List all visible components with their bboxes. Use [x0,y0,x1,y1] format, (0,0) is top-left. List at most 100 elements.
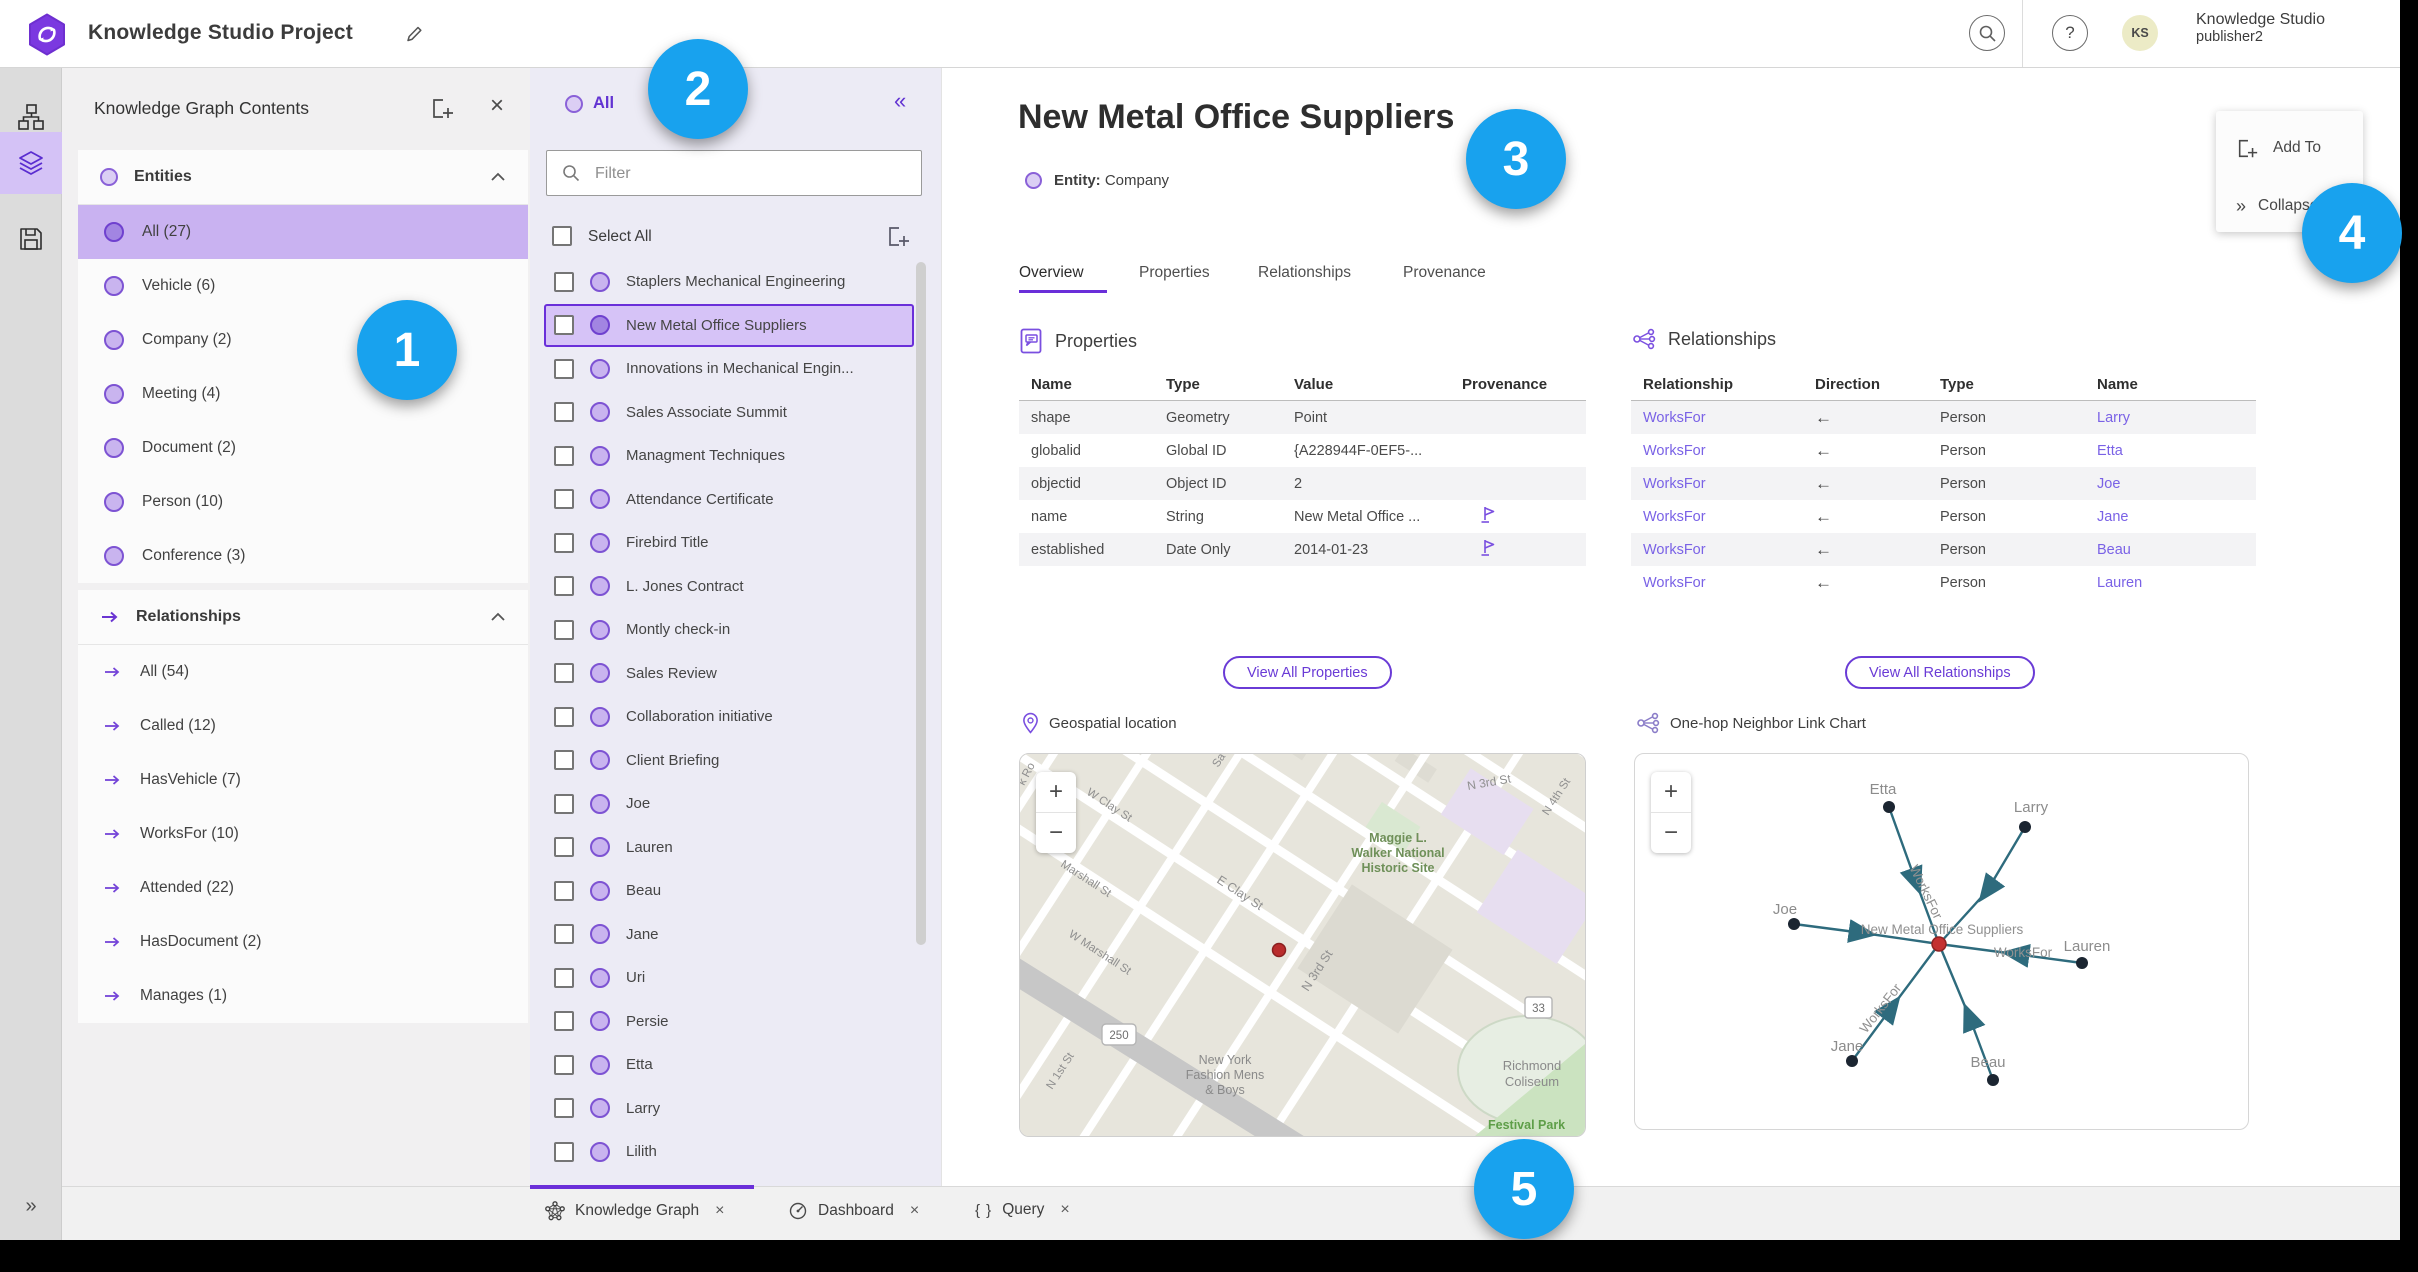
edit-pencil-icon[interactable] [404,24,424,44]
entity-type-item[interactable]: All (27) [78,205,528,259]
entity-type-item[interactable]: Document (2) [78,421,528,475]
graph-node-center[interactable] [1931,936,1947,952]
item-checkbox[interactable] [554,1054,574,1075]
view-all-relationships-button[interactable]: View All Relationships [1845,656,2035,689]
tab-query[interactable]: { } Query × [975,1201,1070,1219]
item-checkbox[interactable] [554,837,574,858]
add-to-new-icon[interactable] [886,224,911,249]
entity-list-item[interactable]: New Metal Office Suppliers [544,303,914,347]
item-checkbox[interactable] [554,445,574,466]
link-chart-widget[interactable]: Etta Larry Joe Lauren Jane Beau WorksFor… [1634,753,2249,1130]
entity-list-item[interactable]: Etta [544,1043,914,1087]
graph-node-etta[interactable] [1883,801,1895,813]
rail-expand-button[interactable]: » [0,1186,62,1226]
relationships-section-header[interactable]: Relationships [78,590,528,645]
entity-list-item[interactable]: Client Briefing [544,739,914,783]
provenance-cell[interactable] [1450,538,1586,561]
item-checkbox[interactable] [554,315,574,336]
item-checkbox[interactable] [554,1011,574,1032]
entity-list-item[interactable]: Firebird Title [544,521,914,565]
item-checkbox[interactable] [554,924,574,945]
item-checkbox[interactable] [554,271,574,292]
search-button[interactable] [1969,15,2005,51]
related-entity-link[interactable]: Lauren [2085,575,2256,591]
close-tab-icon[interactable]: × [1060,1201,1069,1219]
relationship-type-item[interactable]: Manages (1) [78,969,528,1023]
rail-item-layers[interactable] [0,132,62,194]
select-all-checkbox[interactable] [552,226,572,246]
item-checkbox[interactable] [554,967,574,988]
avatar[interactable]: KS [2122,15,2158,51]
relationship-link[interactable]: WorksFor [1631,410,1803,426]
graph-node-beau[interactable] [1987,1074,1999,1086]
related-entity-link[interactable]: Joe [2085,476,2256,492]
item-checkbox[interactable] [554,402,574,423]
help-button[interactable]: ? [2052,15,2088,51]
related-entity-link[interactable]: Beau [2085,542,2256,558]
relationship-type-item[interactable]: WorksFor (10) [78,807,528,861]
entity-list-item[interactable]: Lauren [544,826,914,870]
item-checkbox[interactable] [554,576,574,597]
collapse-panel-button[interactable]: « [894,88,906,114]
close-tab-icon[interactable]: × [910,1202,919,1220]
graph-node-jane[interactable] [1846,1055,1858,1067]
entity-list-item[interactable]: Sales Review [544,652,914,696]
entity-list-item[interactable]: Beau [544,869,914,913]
close-panel-button[interactable]: × [490,92,504,120]
entity-list-item[interactable]: Innovations in Mechanical Engin... [544,347,914,391]
item-checkbox[interactable] [554,532,574,553]
entity-type-item[interactable]: Meeting (4) [78,367,528,421]
tab-properties[interactable]: Properties [1139,264,1210,282]
graph-node-larry[interactable] [2019,821,2031,833]
entity-list-item[interactable]: Lilith [544,1130,914,1174]
scrollbar-thumb[interactable] [916,262,926,945]
entity-list-item[interactable]: Larry [544,1087,914,1131]
item-checkbox[interactable] [554,619,574,640]
tab-knowledge-graph[interactable]: Knowledge Graph × [545,1201,724,1221]
entity-list-item[interactable]: Montly check-in [544,608,914,652]
relationship-link[interactable]: WorksFor [1631,443,1803,459]
provenance-cell[interactable] [1450,505,1586,528]
zoom-out-button[interactable]: − [1651,812,1691,853]
graph-node-lauren[interactable] [2076,957,2088,969]
account-info[interactable]: Knowledge Studio publisher2 [2196,11,2325,46]
entity-location-marker[interactable] [1271,942,1287,958]
entity-list-item[interactable]: Sales Associate Summit [544,391,914,435]
relationship-link[interactable]: WorksFor [1631,542,1803,558]
entity-type-item[interactable]: Conference (3) [78,529,528,583]
entity-list-item[interactable]: Uri [544,956,914,1000]
related-entity-link[interactable]: Larry [2085,410,2256,426]
graph-node-joe[interactable] [1788,918,1800,930]
tab-relationships[interactable]: Relationships [1258,264,1351,282]
item-checkbox[interactable] [554,1098,574,1119]
filter-input[interactable] [593,151,907,197]
related-entity-link[interactable]: Jane [2085,509,2256,525]
item-checkbox[interactable] [554,1141,574,1162]
relationship-type-item[interactable]: HasDocument (2) [78,915,528,969]
entity-list-item[interactable]: Collaboration initiative [544,695,914,739]
view-all-properties-button[interactable]: View All Properties [1223,656,1392,689]
item-checkbox[interactable] [554,750,574,771]
relationship-type-item[interactable]: All (54) [78,645,528,699]
entity-type-item[interactable]: Vehicle (6) [78,259,528,313]
entity-list-item[interactable]: Managment Techniques [544,434,914,478]
rail-item-save[interactable] [0,208,62,270]
zoom-in-button[interactable]: + [1651,772,1691,812]
entity-list-item[interactable]: Staplers Mechanical Engineering [544,260,914,304]
relationship-type-item[interactable]: HasVehicle (7) [78,753,528,807]
tab-provenance[interactable]: Provenance [1403,264,1486,282]
menu-item-add-to[interactable]: Add To [2216,123,2363,173]
entity-list-item[interactable]: Joe [544,782,914,826]
entities-section-header[interactable]: Entities [78,150,528,205]
map-widget[interactable]: k Ro W Clay St Sa Marshall St W Marshall… [1019,753,1586,1137]
entity-type-item[interactable]: Person (10) [78,475,528,529]
relationship-link[interactable]: WorksFor [1631,575,1803,591]
relationship-link[interactable]: WorksFor [1631,509,1803,525]
zoom-out-button[interactable]: − [1036,812,1076,853]
related-entity-link[interactable]: Etta [2085,443,2256,459]
item-checkbox[interactable] [554,489,574,510]
zoom-in-button[interactable]: + [1036,772,1076,812]
entity-list-item[interactable]: Persie [544,1000,914,1044]
entity-type-item[interactable]: Company (2) [78,313,528,367]
relationship-type-item[interactable]: Attended (22) [78,861,528,915]
